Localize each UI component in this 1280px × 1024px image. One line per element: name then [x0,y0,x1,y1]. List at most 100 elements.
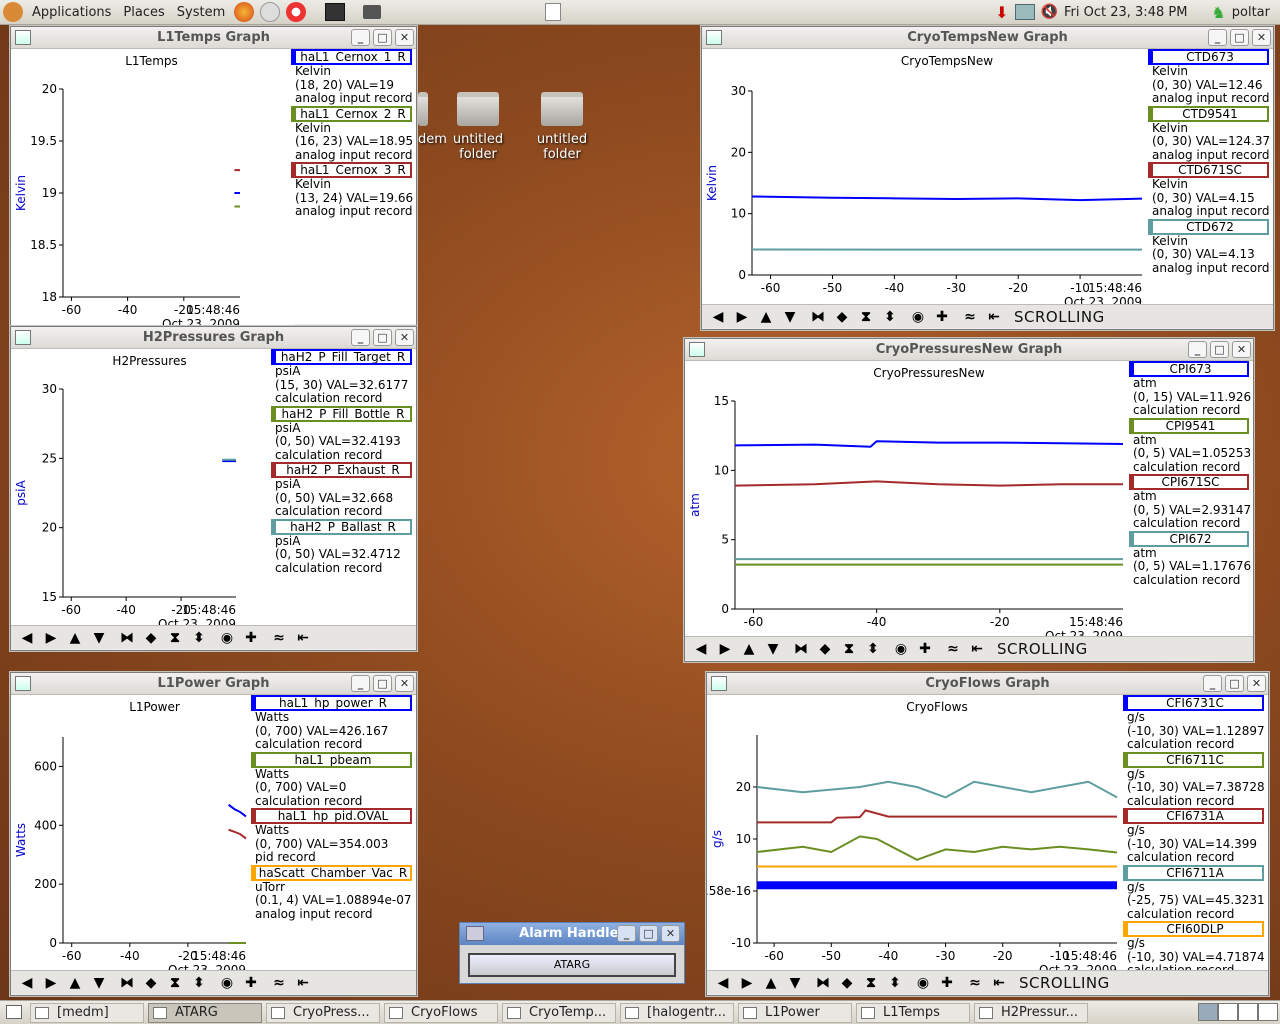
reset-icon[interactable]: ◉ [215,973,239,993]
user-switch-icon[interactable]: ♞ [1211,3,1225,22]
pan-right-icon[interactable]: ▶ [39,973,63,993]
notes-icon[interactable] [545,3,562,21]
mail-icon[interactable] [260,2,281,22]
zoom-x-in-icon[interactable]: ⧓ [115,628,139,648]
menu-places[interactable]: Places [117,0,170,25]
zoom-x-out-icon[interactable]: ◆ [139,628,163,648]
zoom-x-out-icon[interactable]: ◆ [139,973,163,993]
panel-user[interactable]: poltar [1232,5,1270,20]
legend-entry[interactable]: CTD671SC Kelvin (0, 30) VAL=4.15 analog inp… [1148,162,1269,219]
taskbar-item[interactable]: ATARG [148,1002,262,1023]
reset-icon[interactable]: ◉ [215,628,239,648]
pan-right-icon[interactable]: ▶ [735,973,759,993]
scroll-mode-icon[interactable]: ⇤ [291,973,315,993]
taskbar-item[interactable]: L1Power [738,1002,852,1023]
pan-down-icon[interactable]: ▼ [87,973,111,993]
maximize-icon[interactable]: □ [1225,675,1244,692]
desktop-partial-icon[interactable]: dem [418,92,446,147]
menu-applications[interactable]: Applications [26,0,117,25]
taskbar-item[interactable]: CryoFlows [384,1002,498,1023]
legend-entry[interactable]: haH2_P_Fill_Bottle_R psiA (0, 50) VAL=32.4… [271,405,412,463]
graph-area[interactable]: H2Pressures psiA 30 25 20 15 -60 -40 -20 15:48:46… [11,349,273,625]
window-titlebar[interactable]: L1Temps Graph _ □ ✕ [11,27,416,49]
legend-entry[interactable]: CFI6731A g/s (-10, 30) VAL=14.399 calculati… [1123,808,1264,865]
style-icon[interactable]: ≈ [267,973,291,993]
graph-area[interactable]: L1Temps Kelvin 20 19.5 19 18.5 18 -60 -40 -20 15:4… [11,49,294,347]
pan-down-icon[interactable]: ▼ [761,639,785,659]
taskbar-item[interactable]: [medm] [30,1002,144,1023]
alarm-atarg-button[interactable]: ATARG [468,953,676,977]
pan-left-icon[interactable]: ◀ [711,973,735,993]
pan-up-icon[interactable]: ▲ [759,973,783,993]
zoom-y-out-icon[interactable]: ⬍ [878,307,902,327]
legend-entry[interactable]: haL1_Cernox_2_R Kelvin (16, 23) VAL=18.95 a… [291,105,413,163]
desktop-folder-2[interactable]: untitled folder [524,92,600,162]
zoom-x-in-icon[interactable]: ⧓ [806,307,830,327]
panel-clock[interactable]: Fri Oct 23, 3:48 PM [1064,5,1187,20]
add-icon[interactable]: ✚ [913,639,937,659]
zoom-x-out-icon[interactable]: ◆ [813,639,837,659]
pan-right-icon[interactable]: ▶ [713,639,737,659]
taskbar-item[interactable]: [halogentr... [620,1002,734,1023]
legend-entry[interactable]: haL1_pbeam Watts (0, 700) VAL=0 calculation… [251,751,412,809]
legend-entry[interactable]: CTD672 Kelvin (0, 30) VAL=4.13 analog input… [1148,218,1269,276]
add-icon[interactable]: ✚ [930,307,954,327]
scroll-mode-icon[interactable]: ⇤ [982,307,1006,327]
show-desktop-icon[interactable] [6,1005,22,1019]
legend-entry[interactable]: haL1_hp_pid.OVAL Watts (0, 700) VAL=354.00… [251,808,412,865]
zoom-y-in-icon[interactable]: ⧗ [837,639,861,659]
window-titlebar[interactable]: CryoTempsNew Graph _ □ ✕ [702,27,1273,49]
zoom-y-out-icon[interactable]: ⬍ [187,628,211,648]
legend-entry[interactable]: haH2_P_Fill_Target_R psiA (15, 30) VAL=32.… [271,349,412,406]
zoom-x-out-icon[interactable]: ◆ [835,973,859,993]
pan-left-icon[interactable]: ◀ [15,973,39,993]
workspace-3-icon[interactable] [1238,1003,1258,1021]
scroll-mode-icon[interactable]: ⇤ [965,639,989,659]
workspace-4-icon[interactable] [1258,1003,1278,1021]
camera-icon[interactable] [363,5,382,19]
pan-up-icon[interactable]: ▲ [63,628,87,648]
pan-left-icon[interactable]: ◀ [15,628,39,648]
zoom-y-out-icon[interactable]: ⬍ [187,973,211,993]
help-icon[interactable] [286,2,307,22]
zoom-y-out-icon[interactable]: ⬍ [861,639,885,659]
legend-entry[interactable]: CTD673 Kelvin (0, 30) VAL=12.46 analog inpu… [1148,49,1269,106]
add-icon[interactable]: ✚ [239,973,263,993]
network-icon[interactable] [1014,4,1035,20]
close-icon[interactable]: ✕ [395,329,414,346]
legend-entry[interactable]: haScatt_Chamber_Vac_R uTorr (0.1, 4) VAL=1… [251,864,412,922]
update-arrow-icon[interactable]: ⬇ [995,3,1008,22]
close-icon[interactable]: ✕ [395,675,414,692]
taskbar-item[interactable]: CryoTemp... [502,1002,616,1023]
zoom-x-in-icon[interactable]: ⧓ [811,973,835,993]
graph-area[interactable]: L1Power Watts 600 400 200 0 -60 -40 -20 15:48:46 O… [11,695,251,971]
maximize-icon[interactable]: □ [1210,341,1229,358]
pan-left-icon[interactable]: ◀ [706,307,730,327]
minimize-icon[interactable]: _ [617,925,636,942]
legend-entry[interactable]: CPI673 atm (0, 15) VAL=11.926 calculation r… [1129,361,1251,418]
workspace-1-icon[interactable] [1198,1003,1218,1021]
minimize-icon[interactable]: _ [351,329,370,346]
zoom-y-in-icon[interactable]: ⧗ [163,628,187,648]
zoom-y-out-icon[interactable]: ⬍ [883,973,907,993]
window-titlebar[interactable]: H2Pressures Graph _ □ ✕ [11,327,416,349]
maximize-icon[interactable]: □ [373,29,392,46]
pan-up-icon[interactable]: ▲ [754,307,778,327]
zoom-y-in-icon[interactable]: ⧗ [854,307,878,327]
window-titlebar[interactable]: CryoPressuresNew Graph _ □ ✕ [685,339,1253,361]
pan-left-icon[interactable]: ◀ [689,639,713,659]
legend-entry[interactable]: CPI9541 atm (0, 5) VAL=1.05253 calculation … [1129,417,1251,475]
maximize-icon[interactable]: □ [373,675,392,692]
graph-area[interactable]: CryoPressuresNew atm 15 10 5 0 -60 -40 -20 15:48:… [685,361,1129,637]
pan-down-icon[interactable]: ▼ [783,973,807,993]
scroll-mode-icon[interactable]: ⇤ [291,628,315,648]
close-icon[interactable]: ✕ [1252,29,1271,46]
zoom-x-out-icon[interactable]: ◆ [830,307,854,327]
legend-entry[interactable]: haH2_P_Ballast_R psiA (0, 50) VAL=32.4712 c… [271,518,412,576]
zoom-y-in-icon[interactable]: ⧗ [859,973,883,993]
legend-entry[interactable]: CTD9541 Kelvin (0, 30) VAL=124.37 analog in… [1148,105,1270,163]
legend-entry[interactable]: haL1_Cernox_1_R Kelvin (18, 20) VAL=19 anal… [291,49,412,106]
minimize-icon[interactable]: _ [1208,29,1227,46]
workspace-2-icon[interactable] [1218,1003,1238,1021]
reset-icon[interactable]: ◉ [911,973,935,993]
